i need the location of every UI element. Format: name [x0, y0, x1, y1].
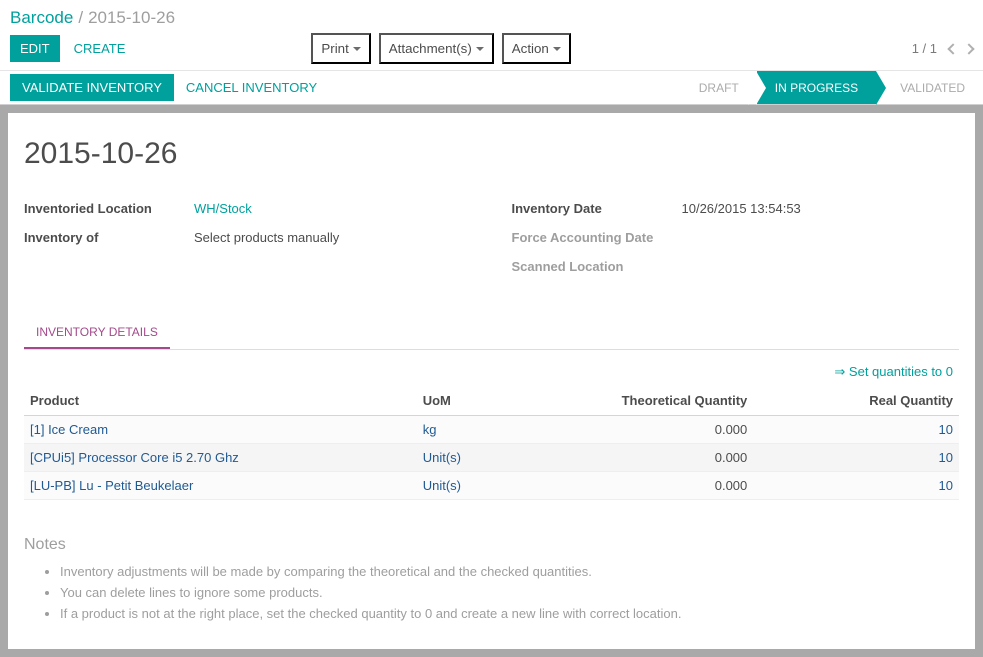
caret-icon — [353, 47, 361, 51]
value-inventoried-location[interactable]: WH/Stock — [194, 199, 252, 220]
set-quantities-zero-link[interactable]: ⇒ Set quantities to 0 — [834, 364, 953, 379]
th-uom[interactable]: UoM — [417, 386, 529, 416]
status-bar: VALIDATE INVENTORY CANCEL INVENTORY DRAF… — [0, 71, 983, 105]
cell-real[interactable]: 10 — [753, 472, 959, 500]
pager-text: 1 / 1 — [912, 41, 937, 56]
inventory-table: Product UoM Theoretical Quantity Real Qu… — [24, 386, 959, 500]
print-dropdown[interactable]: Print — [311, 33, 370, 64]
value-inventory-of: Select products manually — [194, 228, 339, 249]
cancel-inventory-button[interactable]: CANCEL INVENTORY — [186, 74, 317, 101]
cell-uom[interactable]: Unit(s) — [417, 444, 529, 472]
form-sheet: 2015-10-26 Inventoried Location WH/Stock… — [8, 113, 975, 649]
cell-real[interactable]: 10 — [753, 416, 959, 444]
caret-icon — [553, 47, 561, 51]
notes-item: If a product is not at the right place, … — [60, 604, 959, 625]
status-stage-validated[interactable]: VALIDATED — [876, 71, 983, 104]
cell-theoretical: 0.000 — [529, 416, 753, 444]
label-inventory-date: Inventory Date — [512, 199, 682, 220]
cell-theoretical: 0.000 — [529, 444, 753, 472]
table-row[interactable]: [1] Ice Cream kg 0.000 10 — [24, 416, 959, 444]
label-force-accounting-date: Force Accounting Date — [512, 228, 682, 249]
notes-section: Notes Inventory adjustments will be made… — [24, 536, 959, 624]
pager-prev-icon[interactable] — [947, 43, 958, 54]
breadcrumb-current: 2015-10-26 — [88, 8, 175, 27]
value-inventory-date: 10/26/2015 13:54:53 — [682, 199, 801, 220]
label-inventory-of: Inventory of — [24, 228, 194, 249]
top-actions: EDIT CREATE Print Attachment(s) Action 1… — [0, 30, 983, 70]
label-scanned-location: Scanned Location — [512, 257, 682, 278]
status-stage-in-progress[interactable]: IN PROGRESS — [757, 71, 876, 104]
tab-inventory-details[interactable]: INVENTORY DETAILS — [24, 317, 170, 349]
notes-title: Notes — [24, 536, 959, 554]
caret-icon — [476, 47, 484, 51]
breadcrumb: Barcode/2015-10-26 — [0, 0, 983, 30]
table-row[interactable]: [CPUi5] Processor Core i5 2.70 Ghz Unit(… — [24, 444, 959, 472]
edit-button[interactable]: EDIT — [10, 35, 60, 62]
breadcrumb-root[interactable]: Barcode — [10, 8, 73, 27]
cell-product[interactable]: [1] Ice Cream — [24, 416, 417, 444]
notes-item: Inventory adjustments will be made by co… — [60, 562, 959, 583]
cell-real[interactable]: 10 — [753, 444, 959, 472]
attachments-dropdown[interactable]: Attachment(s) — [379, 33, 494, 64]
cell-uom[interactable]: Unit(s) — [417, 472, 529, 500]
cell-theoretical: 0.000 — [529, 472, 753, 500]
validate-inventory-button[interactable]: VALIDATE INVENTORY — [10, 74, 174, 101]
th-theoretical[interactable]: Theoretical Quantity — [529, 386, 753, 416]
cell-product[interactable]: [LU-PB] Lu - Petit Beukelaer — [24, 472, 417, 500]
pager-next-icon[interactable] — [963, 43, 974, 54]
table-row[interactable]: [LU-PB] Lu - Petit Beukelaer Unit(s) 0.0… — [24, 472, 959, 500]
create-button[interactable]: CREATE — [68, 35, 132, 62]
th-product[interactable]: Product — [24, 386, 417, 416]
record-title: 2015-10-26 — [24, 137, 959, 171]
cell-product[interactable]: [CPUi5] Processor Core i5 2.70 Ghz — [24, 444, 417, 472]
notes-item: You can delete lines to ignore some prod… — [60, 583, 959, 604]
th-real[interactable]: Real Quantity — [753, 386, 959, 416]
status-stage-draft[interactable]: DRAFT — [681, 71, 757, 104]
action-dropdown[interactable]: Action — [502, 33, 571, 64]
label-inventoried-location: Inventoried Location — [24, 199, 194, 220]
cell-uom[interactable]: kg — [417, 416, 529, 444]
